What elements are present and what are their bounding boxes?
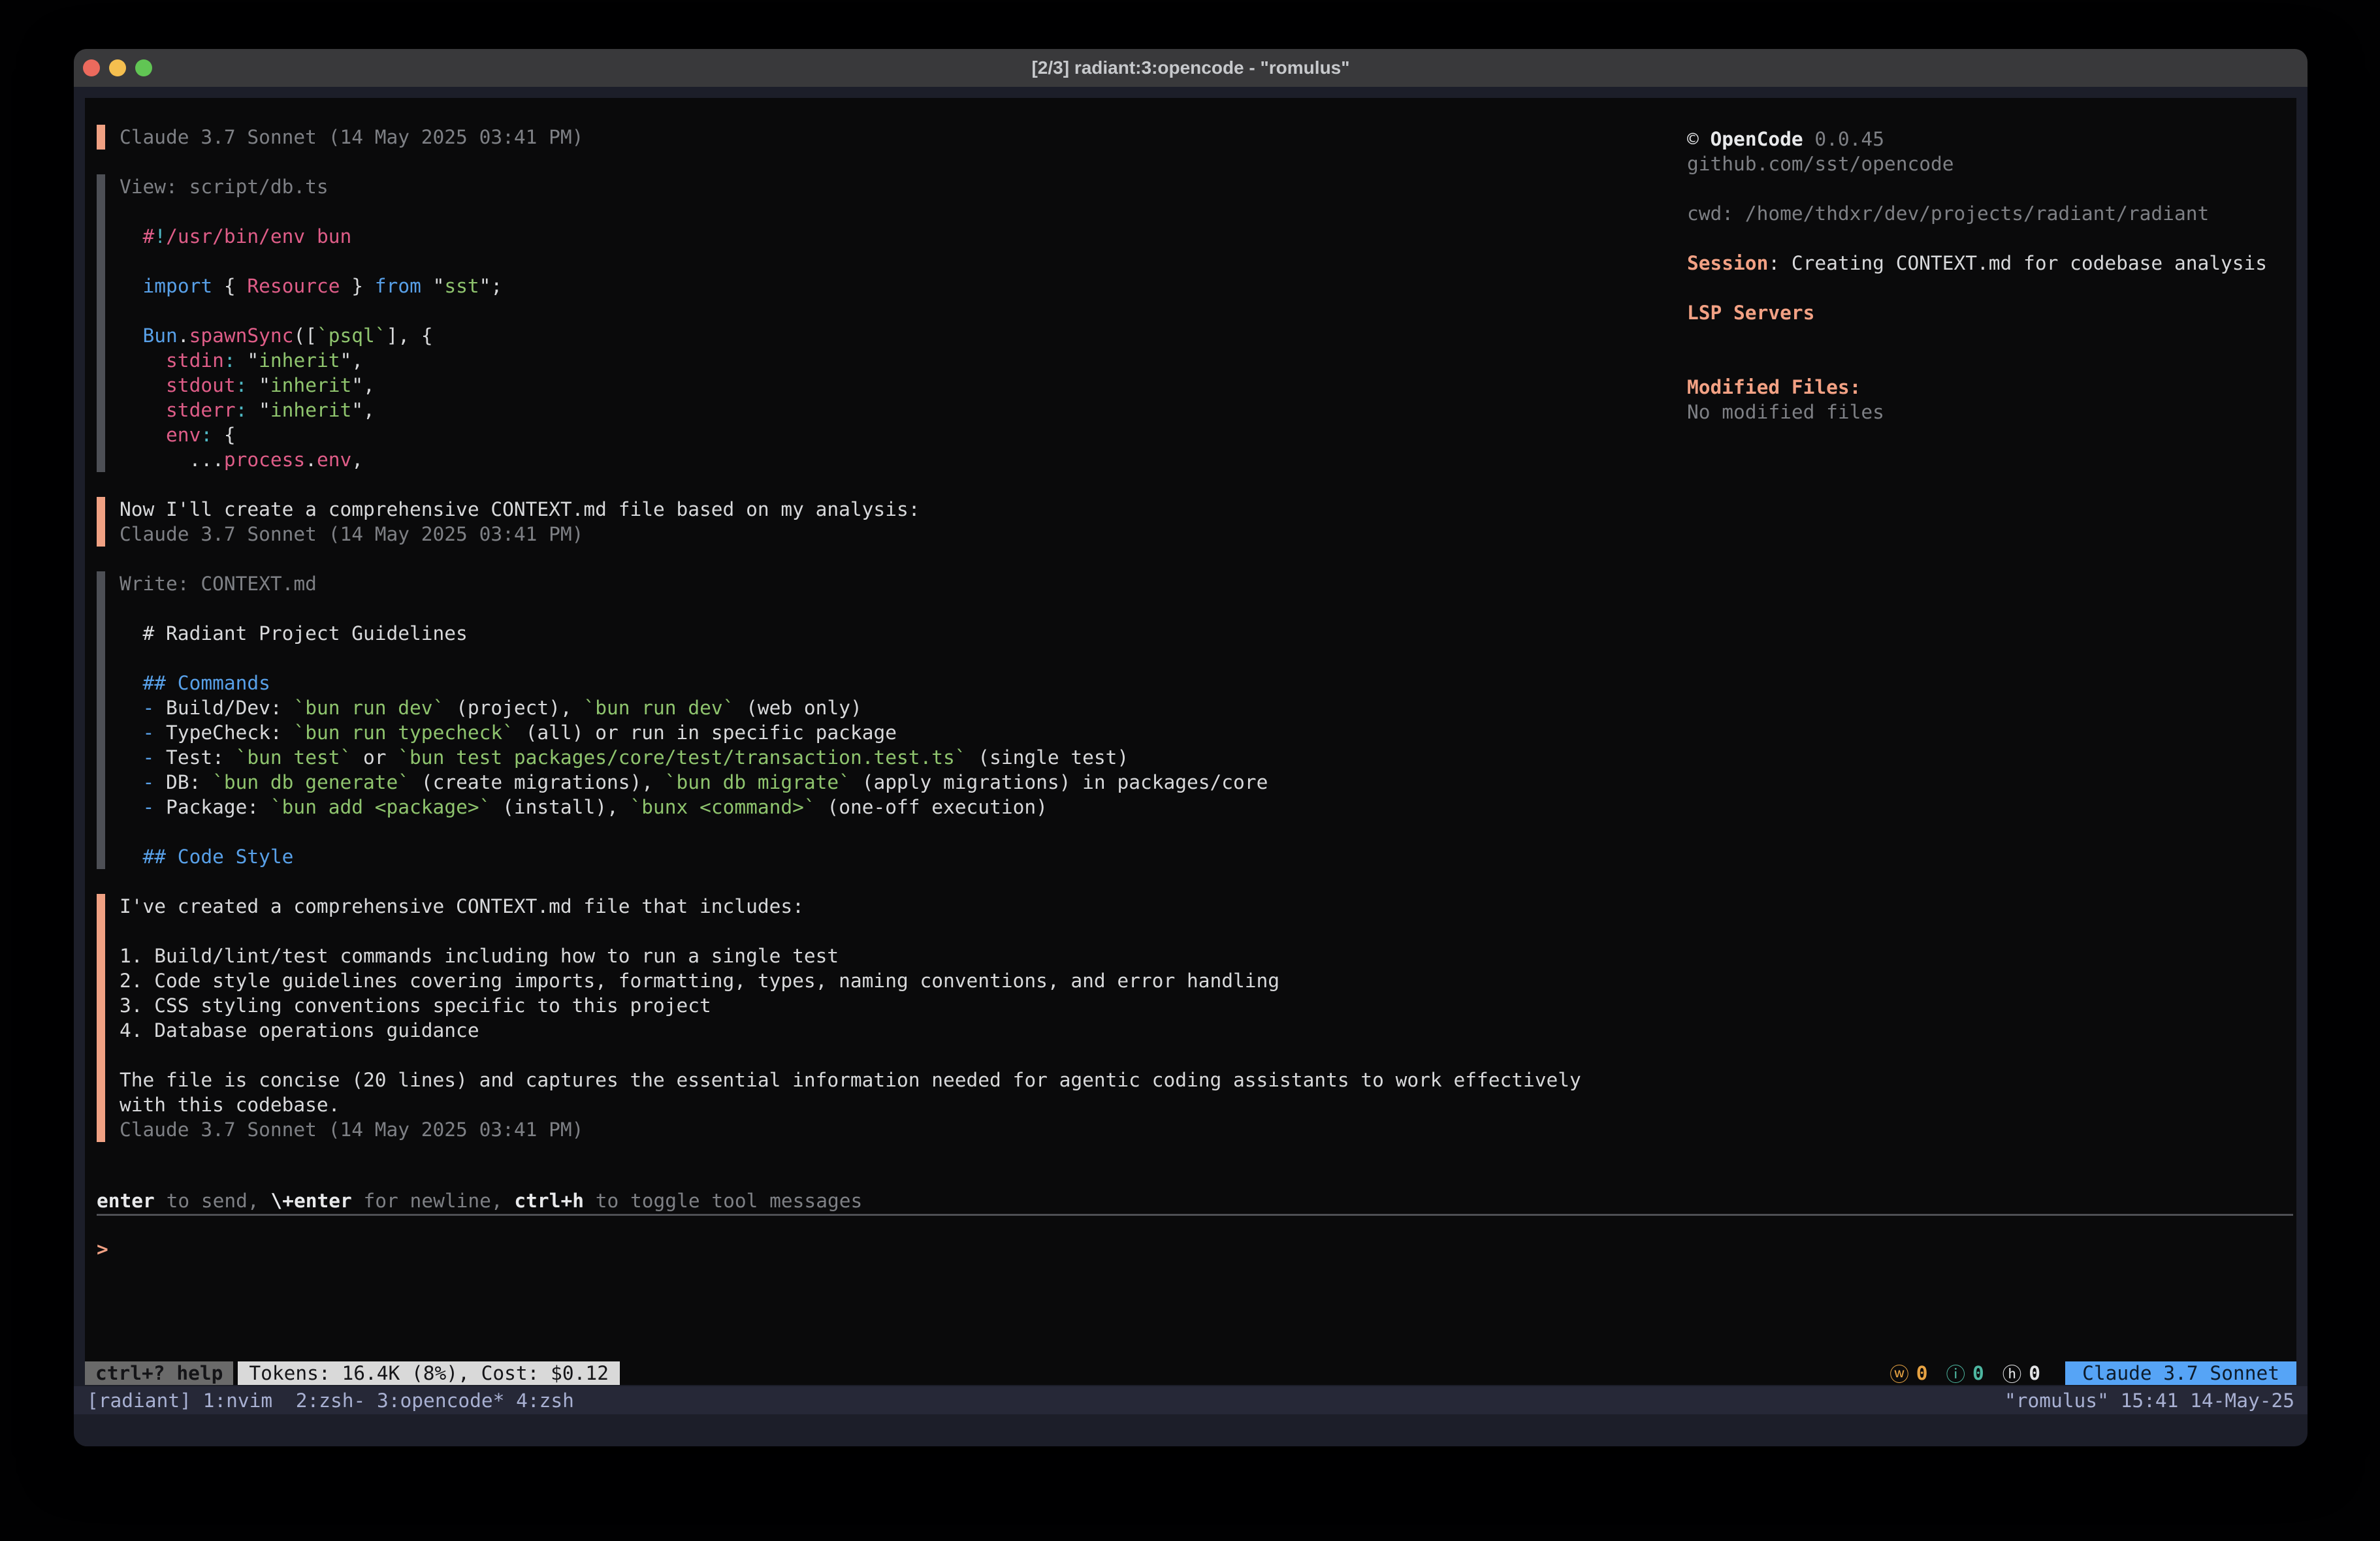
diagnostics-info: ⓘ0 [1946,1359,1984,1387]
tmux-status-bar: [radiant] 1:nvim 2:zsh- 3:opencode* 4:zs… [74,1386,2308,1414]
info-count: 0 [1972,1362,1984,1384]
tmux-session-info: "romulus" 15:41 14-May-25 [2004,1390,2294,1412]
assistant-message-summary: I've created a comprehensive CONTEXT.md … [97,894,1658,1142]
window-title: [2/3] radiant:3:opencode - "romulus" [74,49,2308,87]
status-bar: ctrl+? help Tokens: 16.4K (8%), Cost: $0… [85,1361,2296,1385]
zoom-button[interactable] [135,59,152,76]
traffic-lights [83,59,152,76]
diagnostics-warnings: ⓦ0 [1890,1359,1927,1387]
titlebar[interactable]: [2/3] radiant:3:opencode - "romulus" [74,49,2308,87]
close-button[interactable] [83,59,100,76]
opencode-app: Claude 3.7 Sonnet (14 May 2025 03:41 PM)… [85,98,2296,1385]
assistant-message-footer: Claude 3.7 Sonnet (14 May 2025 03:41 PM) [97,125,1658,150]
help-badge: ctrl+? help [85,1361,233,1385]
prompt-symbol: > [97,1238,108,1260]
terminal: Claude 3.7 Sonnet (14 May 2025 03:41 PM)… [74,87,2308,1446]
input-hints: enter to send, \+enter for newline, ctrl… [97,1188,862,1213]
desktop: [2/3] radiant:3:opencode - "romulus" Cla… [0,0,2380,1541]
info-icon: ⓘ [1946,1359,1966,1387]
terminal-window: [2/3] radiant:3:opencode - "romulus" Cla… [74,49,2308,1446]
assistant-message-intro: Now I'll create a comprehensive CONTEXT.… [97,497,1658,547]
chat-log: Claude 3.7 Sonnet (14 May 2025 03:41 PM)… [97,125,1658,1167]
prompt-input[interactable]: > [97,1237,1599,1262]
hint-count: 0 [2029,1362,2040,1384]
warning-count: 0 [1916,1362,1928,1384]
sidebar: © OpenCode 0.0.45github.com/sst/opencode… [1687,127,2275,424]
diagnostics-hints: ⓗ0 [2002,1359,2040,1387]
input-divider [97,1214,2293,1216]
model-badge: Claude 3.7 Sonnet [2065,1361,2296,1385]
hint-icon: ⓗ [2002,1359,2022,1387]
tool-message-write-context-md: Write: CONTEXT.md # Radiant Project Guid… [97,571,1658,869]
minimize-button[interactable] [109,59,126,76]
tmux-window-list[interactable]: [radiant] 1:nvim 2:zsh- 3:opencode* 4:zs… [87,1390,574,1412]
warning-icon: ⓦ [1890,1359,1909,1387]
tokens-cost-badge: Tokens: 16.4K (8%), Cost: $0.12 [238,1361,620,1385]
tool-message-view-db-ts: View: script/db.ts #!/usr/bin/env bun im… [97,174,1658,472]
